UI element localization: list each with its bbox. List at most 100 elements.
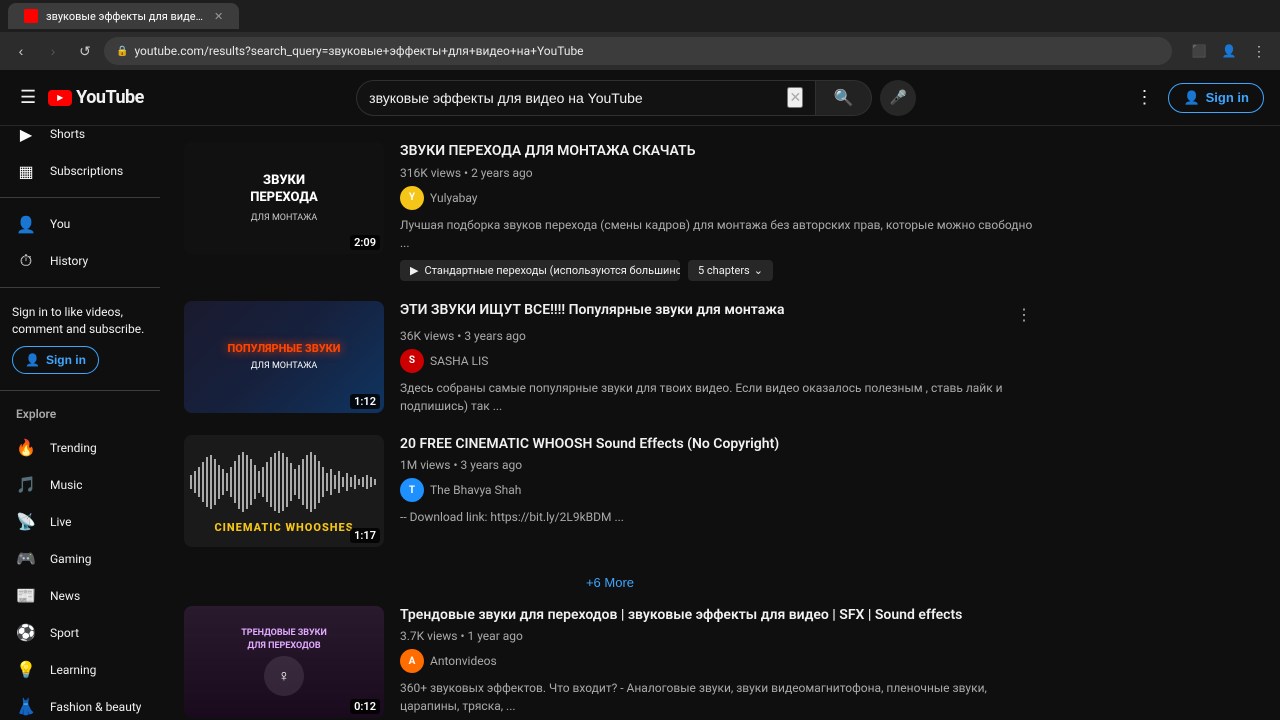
video-info-v2: ЭТИ ЗВУКИ ИЩУТ ВСЕ!!!! Популярные звуки … [400, 301, 1036, 415]
yt-logo[interactable]: YouTube [48, 87, 144, 108]
reload-btn[interactable]: ↺ [72, 38, 98, 64]
menu-toggle-btn[interactable]: ☰ [16, 83, 40, 112]
three-dots-v2[interactable]: ⋮ [1012, 301, 1036, 329]
chapter-icon: ▶ [410, 264, 418, 277]
sidebar-item-fashion[interactable]: 👗 Fashion & beauty [4, 689, 156, 720]
sidebar-item-news[interactable]: 📰 News [4, 578, 156, 614]
channel-name-v4[interactable]: Antonvideos [430, 654, 497, 668]
video-thumbnail-v3[interactable]: CINEMATIC WHOOSHES 1:17 [184, 435, 384, 547]
sidebar-item-sport[interactable]: ⚽ Sport [4, 615, 156, 651]
more-options-btn[interactable]: ⋮ [1128, 82, 1160, 114]
profile-btn[interactable]: 👤 [1216, 38, 1242, 64]
sidebar-item-subscriptions[interactable]: ▦ Subscriptions [4, 153, 156, 189]
tab-close-btn[interactable]: ✕ [214, 10, 223, 23]
video-thumbnail-v1[interactable]: ЗВУКИПЕРЕХОДА ДЛЯ МОНТАЖА 2:09 [184, 142, 384, 254]
header-actions: ⋮ 👤 Sign in [1128, 82, 1264, 114]
sidebar-item-gaming[interactable]: 🎮 Gaming [4, 541, 156, 577]
sign-in-sidebar-btn[interactable]: 👤 Sign in [12, 346, 99, 374]
sign-in-person-icon: 👤 [25, 353, 40, 367]
more-results-btn[interactable]: +6 More [570, 567, 650, 598]
sign-in-prompt: Sign in to like videos, comment and subs… [12, 304, 148, 338]
video-thumbnail-v4[interactable]: ТРЕНДОВЫЕ ЗВУКИДЛЯ ПЕРЕХОДОВ ♀ 0:12 [184, 606, 384, 718]
video-title-v2[interactable]: ЭТИ ЗВУКИ ИЩУТ ВСЕ!!!! Популярные звуки … [400, 301, 784, 321]
video-title-v1[interactable]: ЗВУКИ ПЕРЕХОДА ДЛЯ МОНТАЖА СКАЧАТЬ [400, 142, 695, 162]
sidebar-label-subscriptions: Subscriptions [50, 164, 123, 178]
views-v2: 36K views [400, 329, 454, 343]
video-info-v3: 20 FREE CINEMATIC WHOOSH Sound Effects (… [400, 435, 1036, 547]
channel-row-v4: A Antonvideos [400, 649, 1036, 673]
channel-name-v2[interactable]: SASHA LIS [430, 354, 488, 368]
video-info-v1: ЗВУКИ ПЕРЕХОДА ДЛЯ МОНТАЖА СКАЧАТЬ 316K … [400, 142, 1036, 281]
duration-badge-v2: 1:12 [350, 394, 380, 409]
sign-in-header-btn[interactable]: 👤 Sign in [1168, 83, 1264, 113]
yt-logo-icon [48, 90, 72, 106]
video-thumbnail-v2[interactable]: ПОПУЛЯРНЫЕ ЗВУКИ ДЛЯ МОНТАЖА 1:12 [184, 301, 384, 413]
search-submit-btn[interactable]: 🔍 [816, 80, 872, 116]
chapter-item-v1[interactable]: ▶ Стандартные переходы (используются бол… [400, 260, 680, 281]
browser-tab-active[interactable]: звуковые эффекты для видео на YouTube ✕ [8, 3, 239, 29]
video-card-header-v4: Трендовые звуки для переходов | звуковые… [400, 606, 1036, 630]
video-card-header-v2: ЭТИ ЗВУКИ ИЩУТ ВСЕ!!!! Популярные звуки … [400, 301, 1036, 329]
video-card-header-v1: ЗВУКИ ПЕРЕХОДА ДЛЯ МОНТАЖА СКАЧАТЬ [400, 142, 1036, 166]
trending-icon: 🔥 [16, 438, 36, 458]
duration-badge-v3: 1:17 [350, 528, 380, 543]
search-clear-btn[interactable]: ✕ [787, 87, 803, 108]
learning-icon: 💡 [16, 660, 36, 680]
explore-title: Explore [0, 399, 160, 429]
sidebar-label-sport: Sport [50, 626, 79, 640]
search-bar: ✕ 🔍 🎤 [356, 80, 916, 116]
sidebar-item-trending[interactable]: 🔥 Trending [4, 430, 156, 466]
sidebar-label-learning: Learning [50, 663, 96, 677]
back-btn[interactable]: ‹ [8, 38, 34, 64]
news-icon: 📰 [16, 586, 36, 606]
video-title-v3[interactable]: 20 FREE CINEMATIC WHOOSH Sound Effects (… [400, 435, 779, 455]
sidebar-label-trending: Trending [50, 441, 97, 455]
video-meta-v1: 316K views • 2 years ago [400, 166, 1036, 180]
browser-nav-actions: ⬛ 👤 ⋮ [1186, 38, 1272, 64]
chapters-count-v1: 5 chapters [698, 264, 750, 277]
person-icon: 👤 [1183, 90, 1199, 106]
channel-name-v1[interactable]: Yulyabay [430, 191, 477, 205]
security-icon: 🔒 [116, 46, 128, 57]
address-bar[interactable]: 🔒 youtube.com/results?search_query=звуко… [104, 37, 1172, 65]
sidebar-item-learning[interactable]: 💡 Learning [4, 652, 156, 688]
channel-row-v2: S SASHA LIS [400, 349, 1036, 373]
channel-avatar-v4: A [400, 649, 424, 673]
live-icon: 📡 [16, 512, 36, 532]
main-content: ЗВУКИПЕРЕХОДА ДЛЯ МОНТАЖА 2:09 ЗВУКИ ПЕР… [160, 126, 1280, 720]
channel-row-v1: Y Yulyabay [400, 186, 1036, 210]
video-desc-v3: -- Download link: https://bit.ly/2L9kBDM… [400, 508, 1036, 526]
sidebar-divider-3 [0, 390, 160, 391]
search-input[interactable] [369, 90, 787, 106]
tab-favicon [24, 9, 38, 23]
fashion-icon: 👗 [16, 697, 36, 717]
browser-chrome: звуковые эффекты для видео на YouTube ✕ … [0, 0, 1280, 70]
channel-avatar-v2: S [400, 349, 424, 373]
sidebar-label-gaming: Gaming [50, 552, 92, 566]
sidebar-label-fashion: Fashion & beauty [50, 700, 141, 714]
views-v3: 1M views [400, 458, 451, 472]
channel-name-v3[interactable]: The Bhavya Shah [430, 483, 521, 497]
url-text: youtube.com/results?search_query=звуковы… [134, 44, 1160, 58]
video-card-v3: CINEMATIC WHOOSHES 1:17 20 FREE CINEMATI… [184, 435, 1036, 547]
more-browser-btn[interactable]: ⋮ [1246, 38, 1272, 64]
mic-btn[interactable]: 🎤 [880, 80, 916, 116]
search-input-wrap: ✕ [356, 80, 816, 116]
sidebar-item-live[interactable]: 📡 Live [4, 504, 156, 540]
sidebar-item-music[interactable]: 🎵 Music [4, 467, 156, 503]
sign-in-label: Sign in [1206, 90, 1249, 105]
age-v3: 3 years ago [461, 458, 523, 472]
sign-in-sidebar-label: Sign in [46, 353, 86, 367]
video-card-v1: ЗВУКИПЕРЕХОДА ДЛЯ МОНТАЖА 2:09 ЗВУКИ ПЕР… [184, 142, 1036, 281]
extensions-btn[interactable]: ⬛ [1186, 38, 1212, 64]
yt-logo-text: YouTube [76, 87, 144, 108]
sidebar-item-history[interactable]: ⏱ History [4, 243, 156, 279]
sidebar-item-you[interactable]: 👤 You [4, 206, 156, 242]
channel-row-v3: T The Bhavya Shah [400, 478, 1036, 502]
video-title-v4[interactable]: Трендовые звуки для переходов | звуковые… [400, 606, 962, 626]
forward-btn[interactable]: › [40, 38, 66, 64]
chapters-expand-v1[interactable]: 5 chapters ⌄ [688, 260, 773, 281]
video-desc-v2: Здесь собраны самые популярные звуки для… [400, 379, 1036, 415]
video-card-v2: ПОПУЛЯРНЫЕ ЗВУКИ ДЛЯ МОНТАЖА 1:12 ЭТИ ЗВ… [184, 301, 1036, 415]
video-meta-v2: 36K views • 3 years ago [400, 329, 1036, 343]
